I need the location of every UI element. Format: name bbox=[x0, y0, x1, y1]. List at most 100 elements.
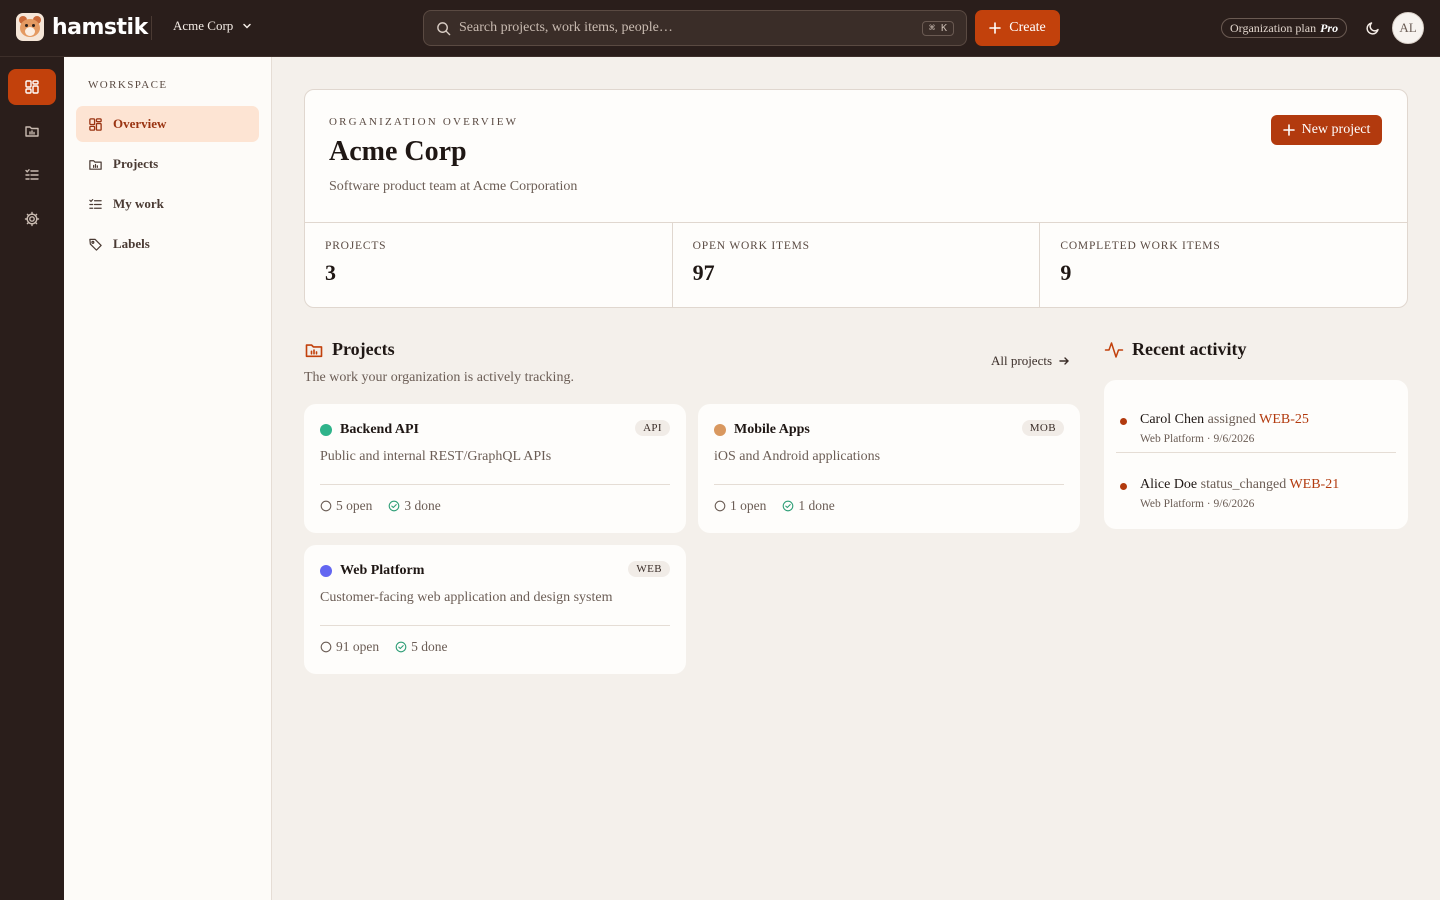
new-project-button[interactable]: New project bbox=[1271, 115, 1382, 145]
page-title: Acme Corp bbox=[329, 136, 467, 167]
user-avatar[interactable]: AL bbox=[1392, 12, 1424, 44]
rail-settings[interactable] bbox=[8, 201, 56, 237]
icon-rail bbox=[0, 57, 64, 900]
stat-label: OPEN WORK ITEMS bbox=[692, 240, 810, 252]
activity-pulse-icon bbox=[1104, 341, 1124, 358]
done-count-text: 1 done bbox=[798, 498, 835, 513]
activity-dot bbox=[1120, 483, 1127, 490]
stat-label: COMPLETED WORK ITEMS bbox=[1060, 240, 1221, 252]
folder-icon bbox=[25, 126, 39, 137]
open-circle-icon bbox=[320, 641, 332, 653]
check-circle-icon bbox=[395, 641, 407, 653]
activity-meta: Web Platform · 9/6/2026 bbox=[1140, 498, 1255, 510]
rail-projects[interactable] bbox=[8, 113, 56, 149]
open-count-text: 5 open bbox=[336, 498, 373, 513]
project-header: Web Platform bbox=[320, 563, 424, 579]
project-stats: 5 open 3 done bbox=[320, 498, 441, 514]
grid-icon bbox=[25, 80, 39, 94]
project-header: Backend API bbox=[320, 422, 419, 438]
all-projects-label: All projects bbox=[991, 353, 1053, 368]
projects-section-title: Projects bbox=[304, 339, 395, 360]
project-color-dot bbox=[320, 424, 332, 436]
project-key-badge: API bbox=[635, 420, 670, 436]
open-count: 1 open bbox=[714, 498, 766, 514]
project-header: Mobile Apps bbox=[714, 422, 810, 438]
rail-overview[interactable] bbox=[8, 69, 56, 105]
stat-value: 3 bbox=[325, 260, 336, 285]
project-name: Backend API bbox=[340, 422, 419, 437]
activity-item[interactable]: Alice Doe status_changed WEB-21 Web Plat… bbox=[1116, 452, 1396, 512]
check-circle-icon bbox=[783, 500, 794, 512]
activity-meta: Web Platform · 9/6/2026 bbox=[1140, 433, 1255, 445]
search-shortcut-hint: ⌘ K bbox=[921, 20, 954, 36]
search-icon bbox=[437, 21, 451, 35]
checklist-icon bbox=[25, 169, 39, 180]
activity-verb: status_changed bbox=[1200, 477, 1287, 492]
plus-icon bbox=[989, 22, 1002, 34]
project-color-dot bbox=[320, 565, 332, 577]
activity-ref-link[interactable]: WEB-21 bbox=[1289, 477, 1339, 492]
plan-tier: Pro bbox=[1320, 20, 1339, 35]
folder-icon bbox=[89, 159, 102, 170]
check-circle-icon bbox=[389, 500, 400, 512]
sidebar-item-label: Overview bbox=[113, 116, 167, 131]
sidebar-item-projects[interactable]: Projects bbox=[76, 146, 259, 182]
org-switcher[interactable]: Acme Corp bbox=[173, 18, 253, 34]
create-button[interactable]: Create bbox=[975, 10, 1060, 46]
open-circle-icon bbox=[320, 500, 332, 512]
open-circle-icon bbox=[714, 500, 726, 512]
logo[interactable]: hamstik bbox=[16, 13, 148, 41]
stat-label: PROJECTS bbox=[325, 240, 387, 252]
open-count-text: 1 open bbox=[730, 498, 767, 513]
project-color-dot bbox=[714, 424, 726, 436]
new-project-label: New project bbox=[1301, 122, 1371, 137]
activity-date: 9/6/2026 bbox=[1213, 433, 1255, 445]
project-card-web-platform[interactable]: Web Platform WEB Customer-facing web app… bbox=[304, 545, 686, 674]
sidebar-item-label: Labels bbox=[113, 236, 150, 251]
search-input[interactable] bbox=[459, 20, 922, 36]
sidebar-item-labels[interactable]: Labels bbox=[76, 226, 259, 262]
divider bbox=[714, 484, 1064, 485]
stat-open-work-items: OPEN WORK ITEMS 97 bbox=[673, 223, 1041, 308]
sidebar-item-my-work[interactable]: My work bbox=[76, 186, 259, 222]
project-card-backend-api[interactable]: Backend API API Public and internal REST… bbox=[304, 404, 686, 533]
global-search[interactable]: ⌘ K bbox=[423, 10, 967, 46]
done-count-text: 5 done bbox=[411, 639, 448, 654]
stat-completed-work-items: COMPLETED WORK ITEMS 9 bbox=[1040, 223, 1407, 308]
chevron-down-icon bbox=[243, 23, 252, 29]
activity-verb: assigned bbox=[1207, 412, 1256, 427]
activity-item[interactable]: Carol Chen assigned WEB-25 Web Platform … bbox=[1116, 388, 1396, 448]
activity-actor: Alice Doe bbox=[1140, 477, 1198, 492]
done-count: 5 done bbox=[395, 639, 448, 655]
stats-row: PROJECTS 3 OPEN WORK ITEMS 97 COMPLETED … bbox=[305, 222, 1407, 308]
activity-date: 9/6/2026 bbox=[1213, 498, 1255, 510]
project-description: Public and internal REST/GraphQL APIs bbox=[320, 449, 552, 464]
project-description: Customer-facing web application and desi… bbox=[320, 590, 613, 605]
rail-my-work[interactable] bbox=[8, 157, 56, 193]
projects-section-subtitle: The work your organization is actively t… bbox=[304, 370, 574, 385]
stat-value: 97 bbox=[692, 260, 715, 285]
plus-icon bbox=[1282, 124, 1295, 136]
activity-text: Carol Chen assigned WEB-25 bbox=[1140, 412, 1309, 428]
theme-toggle-button[interactable] bbox=[1362, 17, 1384, 39]
open-count: 5 open bbox=[320, 498, 372, 514]
project-description: iOS and Android applications bbox=[714, 449, 881, 464]
top-bar: hamstik Acme Corp ⌘ K Create Organizatio… bbox=[0, 0, 1440, 57]
all-projects-link[interactable]: All projects bbox=[991, 353, 1070, 369]
moon-icon bbox=[1366, 22, 1379, 35]
activity-section-title: Recent activity bbox=[1104, 339, 1246, 360]
project-card-mobile-apps[interactable]: Mobile Apps MOB iOS and Android applicat… bbox=[698, 404, 1080, 533]
section-title-text: Recent activity bbox=[1132, 339, 1247, 359]
stat-value: 9 bbox=[1060, 260, 1072, 285]
activity-ref-link[interactable]: WEB-25 bbox=[1259, 412, 1309, 427]
brand-name: hamstik bbox=[52, 14, 148, 40]
activity-project: Web Platform bbox=[1140, 433, 1204, 445]
stat-projects: PROJECTS 3 bbox=[305, 223, 673, 308]
folder-icon bbox=[305, 343, 323, 357]
plan-badge[interactable]: Organization plan Pro bbox=[1221, 18, 1348, 38]
sidebar-item-overview[interactable]: Overview bbox=[76, 106, 259, 142]
workspace-sidebar: WORKSPACE Overview Projects My work Labe… bbox=[64, 57, 272, 900]
create-button-label: Create bbox=[1009, 20, 1046, 35]
done-count-text: 3 done bbox=[404, 498, 441, 513]
activity-project: Web Platform bbox=[1140, 498, 1204, 510]
